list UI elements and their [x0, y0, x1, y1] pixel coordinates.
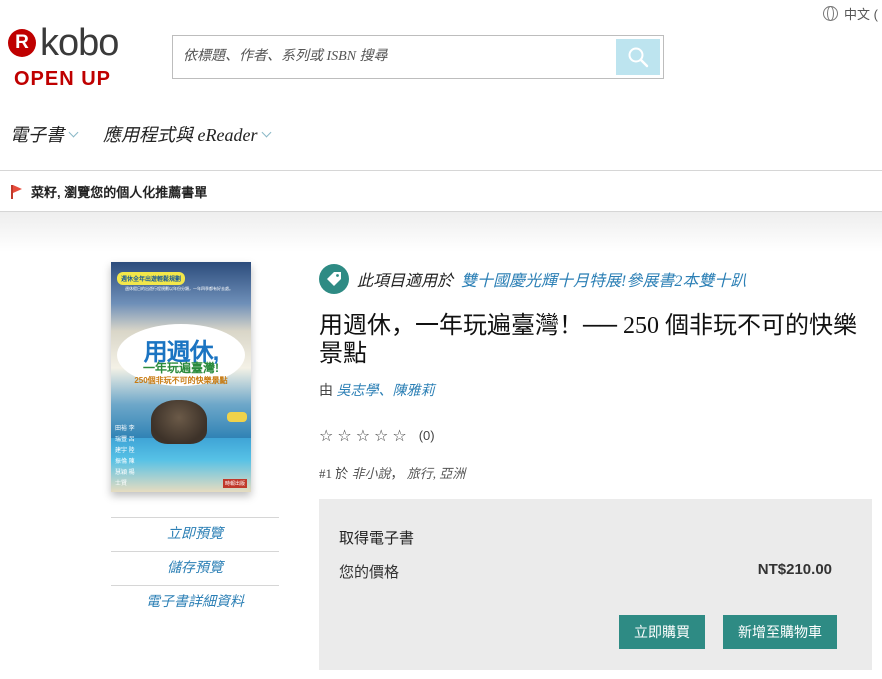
price-label: 您的價格	[339, 565, 400, 581]
nav-apps-ereader[interactable]: 應用程式與 eReader	[103, 121, 272, 147]
star-outline-icon: ☆	[337, 426, 352, 445]
author-link[interactable]: 吳志學、陳雅莉	[337, 384, 435, 399]
personalized-promo[interactable]: 菜籽, 瀏覽您的個人化推薦書單	[11, 182, 207, 201]
ebook-details-link[interactable]: 電子書詳細資料	[111, 585, 279, 619]
nav-ebooks[interactable]: 電子書	[10, 121, 79, 147]
cover-author-names: 田裕 李瑞豐 呂建宇 陸振倫 陳慧穎 楊士賢	[115, 426, 135, 487]
nav-ebooks-label: 電子書	[10, 125, 64, 145]
author-prefix: 由	[319, 384, 333, 399]
flag-icon	[11, 184, 23, 199]
add-to-cart-button[interactable]: 新增至購物車	[723, 615, 837, 649]
price-value: NT$210.00	[757, 561, 832, 578]
star-outline-icon: ☆	[374, 426, 389, 445]
rakuten-r-badge: R	[8, 29, 36, 57]
cover-rock-image	[151, 400, 207, 444]
rating-count: (0)	[418, 428, 435, 443]
logo-wordmark: kobo	[40, 22, 119, 64]
cover-title-tag: 250個非玩不可的快樂景點	[134, 376, 228, 385]
preview-links: 立即預覽 儲存預覽 電子書詳細資料	[111, 517, 279, 619]
deal-prefix: 此項目適用於	[357, 273, 454, 290]
deal-banner: 此項目適用於 雙十國慶光輝十月特展!參展書2本雙十趴	[319, 264, 746, 294]
purchase-heading: 取得電子書	[339, 531, 415, 547]
globe-icon	[823, 6, 839, 21]
author-line: 由 吳志學、陳雅莉	[319, 380, 435, 400]
star-outline-icon: ☆	[319, 426, 334, 445]
book-cover[interactable]: 週休全年出遊輕鬆規劃 週休假日的出遊行程規劃以年份分類，一年四季都有好去處。 用…	[111, 262, 251, 492]
category-rank: #1 於 非小說， 旅行, 亞洲	[319, 466, 466, 481]
purchase-box: 取得電子書 您的價格 NT$210.00 立即購買 新增至購物車	[319, 499, 872, 670]
chevron-down-icon	[68, 127, 79, 137]
rating-stars[interactable]: ☆ ☆ ☆ ☆ ☆ (0)	[319, 426, 435, 445]
tag-icon	[319, 264, 349, 294]
chevron-down-icon	[262, 127, 272, 137]
read-preview-link[interactable]: 立即預覽	[111, 517, 279, 551]
save-preview-link[interactable]: 儲存預覽	[111, 551, 279, 585]
cover-blurb: 週休假日的出遊行程規劃以年份分類，一年四季都有好去處。	[125, 286, 233, 291]
main-nav: 電子書 應用程式與 eReader	[10, 121, 272, 147]
buy-now-button[interactable]: 立即購買	[619, 615, 705, 649]
nav-apps-label: 應用程式與 eReader	[103, 125, 258, 145]
cover-badge: 週休全年出遊輕鬆規劃	[117, 272, 186, 285]
kobo-logo[interactable]: R kobo OPEN UP	[8, 24, 138, 91]
logo-tagline: OPEN UP	[14, 68, 112, 90]
search-bar	[172, 35, 664, 79]
rank-in: 於	[335, 466, 349, 481]
nav-divider	[0, 170, 882, 171]
star-outline-icon: ☆	[392, 426, 407, 445]
star-outline-icon: ☆	[355, 426, 371, 445]
language-label: 中文 (	[844, 7, 878, 22]
book-title: 用週休，一年玩遍臺灣！── 250 個非玩不可的快樂景點	[319, 313, 858, 367]
search-input[interactable]	[173, 36, 616, 78]
rank-number: #1	[319, 466, 332, 481]
cover-title-sub: 一年玩遍臺灣!	[143, 361, 219, 375]
search-icon	[628, 47, 649, 68]
promo-text: 菜籽, 瀏覽您的個人化推薦書單	[31, 185, 208, 200]
section-shade	[0, 212, 882, 252]
language-selector[interactable]: 中文 (	[823, 4, 878, 23]
deal-link[interactable]: 雙十國慶光輝十月特展!參展書2本雙十趴	[461, 267, 746, 291]
rank-category-travel-asia[interactable]: 旅行, 亞洲	[407, 466, 466, 481]
search-button[interactable]	[616, 39, 660, 75]
rank-category-nonfiction[interactable]: 非小說	[352, 466, 391, 481]
cover-publisher: 時報出版	[222, 479, 247, 488]
cover-car-image	[227, 412, 247, 422]
